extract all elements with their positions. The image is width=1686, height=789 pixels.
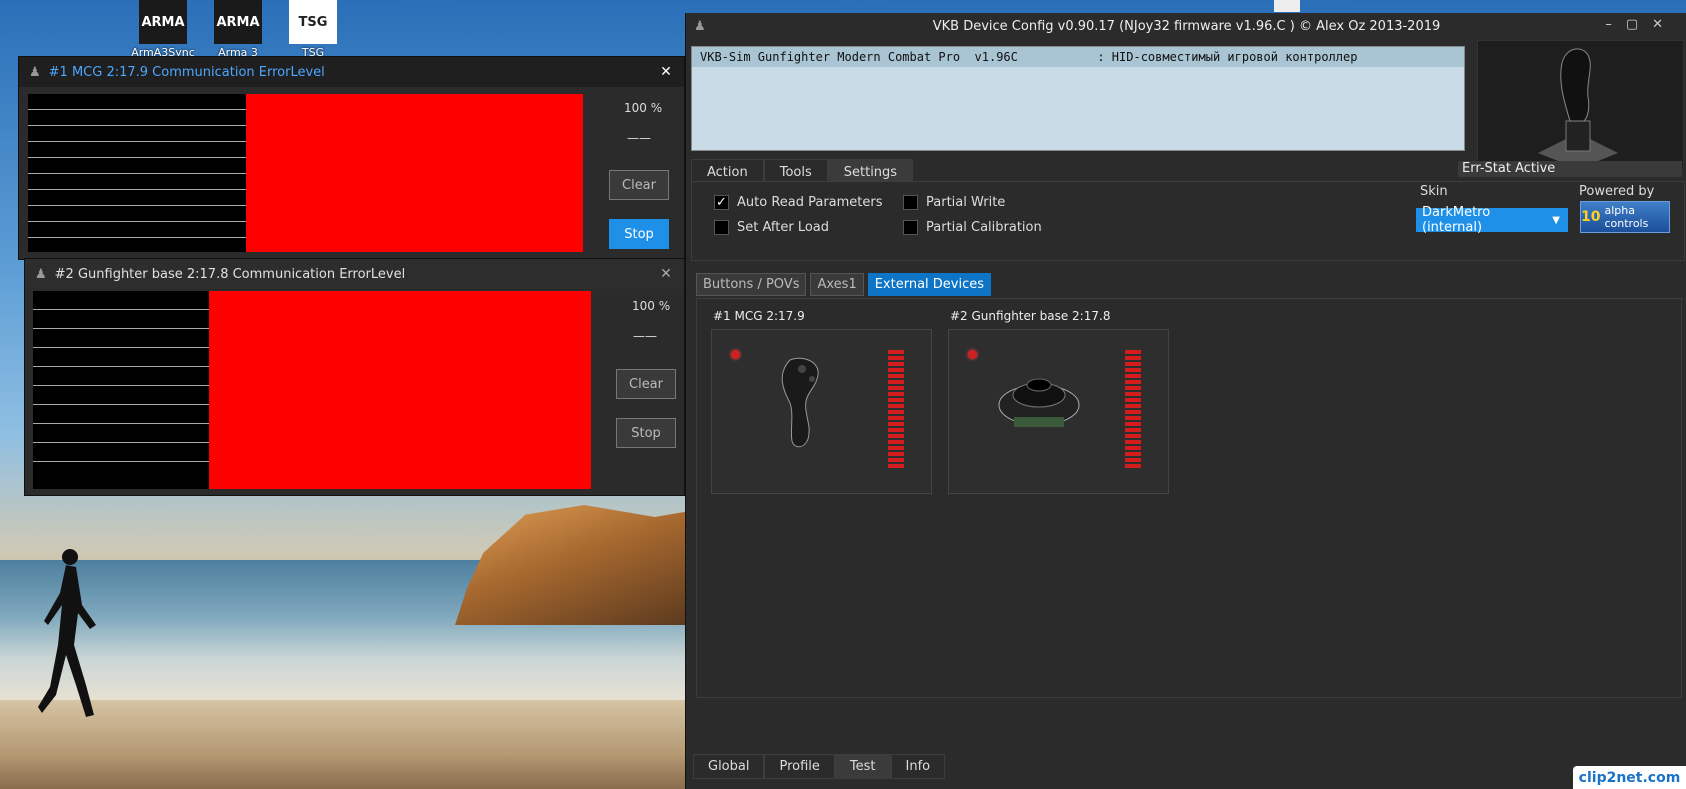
powered-by-label: Powered by (1579, 184, 1655, 199)
error-dash: —— (627, 131, 651, 145)
device-card-title: #1 MCG 2:17.9 (713, 309, 805, 323)
partial-calibration-label: Partial Calibration (926, 220, 1042, 235)
chevron-down-icon: ▼ (1552, 214, 1560, 226)
joystick-icon: ♟ (35, 266, 47, 282)
monitor-title-bar[interactable]: ♟ #1 MCG 2:17.9 Communication ErrorLevel… (19, 57, 684, 87)
desktop-cliff (455, 505, 690, 625)
desktop-runner-silhouette (38, 549, 96, 717)
checkbox-checked-icon: ✓ (714, 195, 729, 210)
device-list[interactable]: VKB-Sim Gunfighter Modern Combat Pro v1.… (691, 46, 1465, 151)
desktop-icon-arma3sync[interactable]: ARMA ArmA3Sync (128, 0, 198, 59)
joystick-image (1477, 40, 1684, 170)
err-stat-status: Err-Stat Active (1458, 161, 1682, 177)
level-meter (888, 350, 904, 475)
partial-write-checkbox[interactable]: Partial Write (903, 195, 1005, 210)
set-after-load-checkbox[interactable]: Set After Load (714, 220, 829, 235)
desktop-icon-arma3[interactable]: ARMA Arma 3 (203, 0, 273, 59)
partial-write-label: Partial Write (926, 195, 1006, 210)
clear-button[interactable]: Clear (616, 369, 676, 399)
tab-global[interactable]: Global (693, 754, 765, 779)
desktop-beach (0, 700, 690, 789)
device-card-title: #2 Gunfighter base 2:17.8 (950, 309, 1111, 323)
bottom-tabs: Global Profile Test Info (693, 754, 946, 779)
tab-info[interactable]: Info (890, 754, 946, 779)
skin-select[interactable]: DarkMetro (internal) ▼ (1416, 205, 1568, 235)
desktop-icon-tsg[interactable]: TSG TSG (278, 0, 348, 59)
monitor-title-bar[interactable]: ♟ #2 Gunfighter base 2:17.8 Communicatio… (25, 259, 684, 289)
tab-external-devices[interactable]: External Devices (867, 273, 992, 296)
alpha-ten: 10 (1581, 209, 1601, 225)
error-level-bar (246, 94, 583, 252)
error-level-graph (28, 94, 583, 252)
device-card-gunfighter[interactable] (948, 329, 1169, 494)
checkbox-icon (903, 220, 918, 235)
close-icon[interactable]: ✕ (648, 262, 684, 286)
gunfighter-base-icon (998, 378, 1080, 427)
joystick-icon (1538, 48, 1618, 169)
auto-read-checkbox[interactable]: ✓ Auto Read Parameters (714, 195, 883, 210)
checkbox-icon (903, 195, 918, 210)
alpha-text: alpha controls (1604, 204, 1649, 230)
clear-button[interactable]: Clear (609, 170, 669, 200)
checkbox-icon (714, 220, 729, 235)
monitor-title: #1 MCG 2:17.9 Communication ErrorLevel (48, 64, 325, 80)
main-title-bar[interactable]: ♟ VKB Device Config v0.90.17 (NJoy32 fir… (686, 13, 1686, 39)
monitor-window-mcg: ♟ #1 MCG 2:17.9 Communication ErrorLevel… (18, 56, 685, 260)
close-icon[interactable]: ✕ (648, 60, 684, 84)
error-dash: —— (633, 329, 657, 343)
status-led (968, 350, 977, 359)
device-card-mcg[interactable] (711, 329, 932, 494)
clip2net-watermark: clip2net.com (1573, 766, 1686, 789)
stop-button[interactable]: Stop (609, 219, 669, 249)
vkb-config-window: ♟ VKB Device Config v0.90.17 (NJoy32 fir… (685, 13, 1686, 789)
error-percent: 100 % (632, 299, 671, 313)
error-level-bar (209, 291, 591, 489)
skin-value: DarkMetro (internal) (1422, 205, 1491, 235)
partial-calibration-checkbox[interactable]: Partial Calibration (903, 220, 1042, 235)
window-controls[interactable]: –▢✕ (1605, 17, 1677, 32)
tab-buttons-povs[interactable]: Buttons / POVs (696, 273, 807, 296)
external-devices-panel: #1 MCG 2:17.9 #2 Gunfighter base 2:17.8 (696, 298, 1682, 698)
sub-tabs: Buttons / POVs Axes1 External Devices (696, 273, 992, 296)
tab-axes1[interactable]: Axes1 (810, 273, 864, 296)
mcg-grip-icon (781, 357, 819, 448)
status-led (731, 350, 740, 359)
error-percent: 100 % (624, 101, 663, 115)
set-after-load-label: Set After Load (737, 220, 830, 235)
tsg-icon: TSG (289, 0, 337, 44)
arma3-icon: ARMA (214, 0, 262, 44)
tab-test[interactable]: Test (834, 754, 891, 779)
document-icon (1274, 0, 1300, 12)
arma3sync-icon: ARMA (139, 0, 187, 44)
monitor-title: #2 Gunfighter base 2:17.8 Communication … (54, 266, 406, 282)
device-list-row[interactable]: VKB-Sim Gunfighter Modern Combat Pro v1.… (692, 47, 1464, 67)
level-meter (1125, 350, 1141, 475)
monitor-window-gunfighter: ♟ #2 Gunfighter base 2:17.8 Communicatio… (24, 258, 685, 496)
error-level-graph (33, 291, 591, 489)
stop-button[interactable]: Stop (616, 418, 676, 448)
alpha-controls-logo[interactable]: 10 alpha controls (1580, 201, 1670, 233)
window-title: VKB Device Config v0.90.17 (NJoy32 firmw… (932, 18, 1441, 34)
skin-label: Skin (1420, 184, 1448, 199)
auto-read-label: Auto Read Parameters (737, 195, 883, 210)
tab-profile[interactable]: Profile (764, 754, 835, 779)
joystick-icon: ♟ (29, 64, 41, 80)
